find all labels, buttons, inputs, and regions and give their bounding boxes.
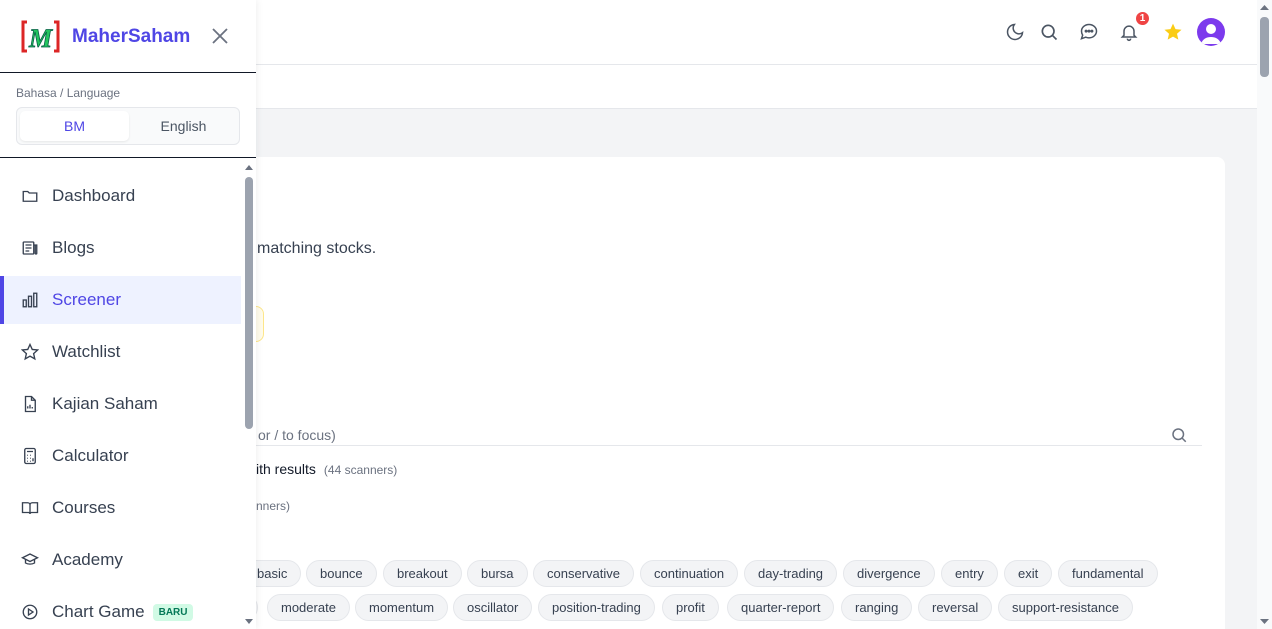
search-icon xyxy=(1170,426,1188,449)
search-placeholder: or / to focus) xyxy=(258,427,336,443)
sidebar-item-screener[interactable]: Screener xyxy=(0,276,241,324)
tag-divergence[interactable]: divergence xyxy=(843,560,935,587)
star-icon xyxy=(20,342,40,362)
tag-reversal[interactable]: reversal xyxy=(918,594,993,621)
sidebar-item-label: Kajian Saham xyxy=(52,394,158,413)
folder-icon xyxy=(20,186,40,206)
sidebar-item-kajian-saham[interactable]: Kajian Saham xyxy=(0,380,241,428)
sidebar-item-label: Calculator xyxy=(52,446,129,465)
intro-text: matching stocks. xyxy=(257,240,377,257)
language-label: Bahasa / Language xyxy=(16,86,121,100)
brand-header: M MaherSaham xyxy=(0,0,256,73)
play-circle-icon xyxy=(20,602,40,622)
divider xyxy=(0,157,256,158)
tag-ranging[interactable]: ranging xyxy=(841,594,913,621)
sidebar-item-dashboard[interactable]: Dashboard xyxy=(0,172,241,220)
tag-moderate[interactable]: moderate xyxy=(267,594,350,621)
tag-quarter-report[interactable]: quarter-report xyxy=(727,594,835,621)
tag-continuation[interactable]: continuation xyxy=(640,560,739,587)
sidebar-item-label: Watchlist xyxy=(52,342,121,361)
sidebar-item-blogs[interactable]: Blogs xyxy=(0,224,241,272)
chat-icon[interactable] xyxy=(1077,20,1101,44)
bar-chart-icon xyxy=(20,290,40,310)
favorite-star-icon[interactable] xyxy=(1161,20,1185,44)
logo-letter: M xyxy=(28,24,53,53)
sidebar-item-label: Courses xyxy=(52,498,116,517)
language-toggle: BM English xyxy=(16,107,240,145)
tag-support-resistance[interactable]: support-resistance xyxy=(998,594,1133,621)
sidebar-nav: Dashboard Blogs Screener Watchlist Kajia… xyxy=(0,172,241,629)
tag-momentum[interactable]: momentum xyxy=(355,594,449,621)
close-sidebar-icon[interactable] xyxy=(210,26,230,46)
sidebar-item-chart-game[interactable]: Chart Game BARU xyxy=(0,588,241,629)
tag-position-trading[interactable]: position-trading xyxy=(538,594,655,621)
tag-entry[interactable]: entry xyxy=(941,560,998,587)
scanner-search-input[interactable]: or / to focus) xyxy=(200,424,1202,446)
notification-bell-icon[interactable]: 1 xyxy=(1117,10,1151,44)
sidebar-item-label: Dashboard xyxy=(52,186,136,205)
sidebar: M MaherSaham Bahasa / Language BM Englis… xyxy=(0,0,256,629)
tag-bursa[interactable]: bursa xyxy=(467,560,528,587)
scanners-count-text: nners) xyxy=(256,499,291,513)
tag-profit[interactable]: profit xyxy=(662,594,719,621)
new-badge: BARU xyxy=(152,603,194,621)
sidebar-item-watchlist[interactable]: Watchlist xyxy=(0,328,241,376)
tag-fundamental[interactable]: fundamental xyxy=(1058,560,1158,587)
report-icon xyxy=(20,394,40,414)
results-label: ith results xyxy=(256,461,316,477)
tag-conservative[interactable]: conservative xyxy=(533,560,634,587)
sidebar-item-label: Blogs xyxy=(52,238,95,257)
logo[interactable]: M xyxy=(21,20,60,53)
language-option-english[interactable]: English xyxy=(129,111,238,141)
page-scrollbar-thumb[interactable] xyxy=(1260,17,1269,77)
tag-oscillator[interactable]: oscillator xyxy=(453,594,533,621)
brand-name[interactable]: MaherSaham xyxy=(72,26,190,48)
graduation-cap-icon xyxy=(20,550,40,570)
sidebar-item-label: Chart Game xyxy=(52,602,145,621)
screener-card xyxy=(200,157,1225,629)
user-avatar[interactable] xyxy=(1197,18,1225,46)
dark-mode-icon[interactable] xyxy=(1003,20,1027,44)
search-icon[interactable] xyxy=(1037,20,1061,44)
sidebar-item-label: Academy xyxy=(52,550,123,569)
results-count: (44 scanners) xyxy=(323,463,398,477)
page-scrollbar[interactable] xyxy=(1257,0,1272,629)
tag-exit[interactable]: exit xyxy=(1004,560,1053,587)
tag-day-trading[interactable]: day-trading xyxy=(744,560,838,587)
book-icon xyxy=(20,498,40,518)
sidebar-item-academy[interactable]: Academy xyxy=(0,536,241,584)
results-filter[interactable]: ith results (44 scanners) xyxy=(256,461,397,477)
tag-bounce[interactable]: bounce xyxy=(306,560,377,587)
sidebar-item-courses[interactable]: Courses xyxy=(0,484,241,532)
notification-badge: 1 xyxy=(1134,10,1151,27)
sidebar-item-label: Screener xyxy=(52,290,121,309)
calculator-icon xyxy=(20,446,40,466)
sidebar-item-calculator[interactable]: Calculator xyxy=(0,432,241,480)
newspaper-icon xyxy=(20,238,40,258)
language-option-bm[interactable]: BM xyxy=(20,111,129,141)
sidebar-scrollbar-thumb[interactable] xyxy=(245,177,253,429)
tag-breakout[interactable]: breakout xyxy=(383,560,462,587)
